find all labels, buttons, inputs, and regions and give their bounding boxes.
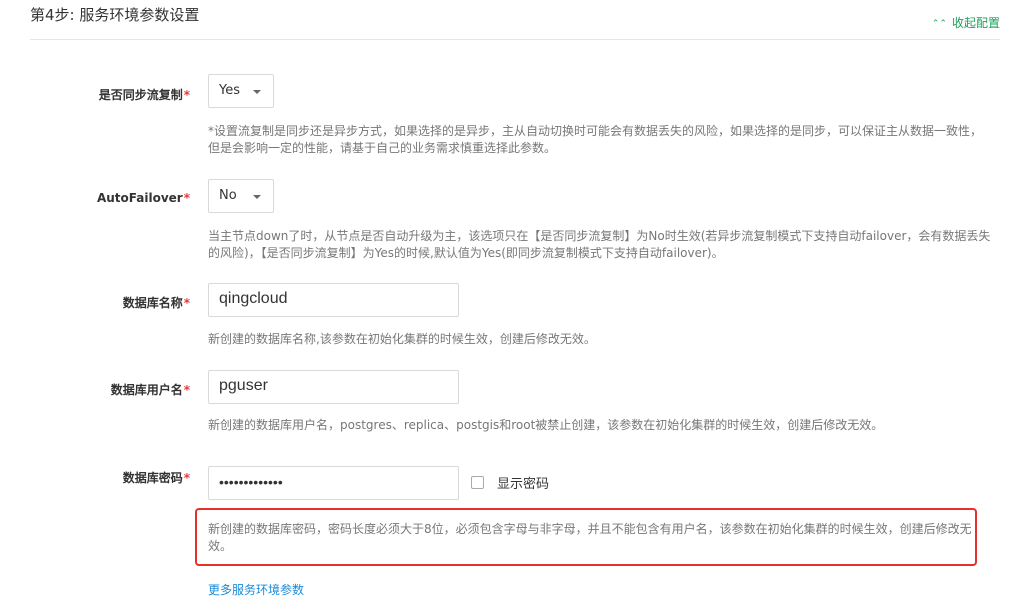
required-mark: * — [183, 471, 190, 485]
required-mark: * — [183, 296, 190, 310]
show-password-toggle[interactable]: 显示密码 — [471, 473, 549, 492]
required-mark: * — [183, 383, 190, 397]
sync-replication-help: *设置流复制是同步还是异步方式，如果选择的是异步，主从自动切换时可能会有数据丢失… — [208, 124, 983, 155]
required-mark: * — [183, 88, 190, 102]
db-password-label: 数据库密码* — [122, 471, 190, 485]
more-service-params-link[interactable]: 更多服务环境参数 — [208, 581, 304, 598]
sync-replication-select[interactable]: Yes — [208, 74, 274, 108]
show-password-label: 显示密码 — [497, 477, 550, 492]
sync-replication-label: 是否同步流复制* — [98, 88, 190, 102]
db-user-label: 数据库用户名* — [110, 383, 190, 397]
auto-failover-value: No — [219, 188, 237, 203]
sync-replication-value: Yes — [219, 83, 240, 98]
step-header: 第4步: 服务环境参数设置 ⌃⌃ 收起配置 — [30, 0, 1000, 40]
show-password-checkbox[interactable] — [471, 476, 484, 489]
db-name-input[interactable]: qingcloud — [208, 283, 459, 317]
caret-down-icon — [253, 195, 261, 199]
auto-failover-help: 当主节点down了时，从节点是否自动升级为主，该选项只在【是否同步流复制】为No… — [208, 229, 991, 260]
caret-down-icon — [253, 90, 261, 94]
db-user-help: 新创建的数据库用户名，postgres、replica、postgis和root… — [208, 418, 884, 432]
db-user-input[interactable]: pguser — [208, 370, 459, 404]
db-name-label: 数据库名称* — [122, 296, 190, 310]
auto-failover-label: AutoFailover* — [96, 191, 190, 205]
collapse-config-label: 收起配置 — [951, 16, 1000, 30]
collapse-config-link[interactable]: ⌃⌃ 收起配置 — [932, 14, 1000, 31]
db-password-input[interactable]: ••••••••••••• — [208, 466, 459, 500]
db-name-help: 新创建的数据库名称,该参数在初始化集群的时候生效，创建后修改无效。 — [208, 332, 596, 346]
required-mark: * — [183, 191, 190, 205]
auto-failover-select[interactable]: No — [208, 179, 274, 213]
step-title: 第4步: 服务环境参数设置 — [30, 6, 200, 24]
db-password-help: 新创建的数据库密码，密码长度必须大于8位，必须包含字母与非字母，并且不能包含有用… — [208, 522, 972, 553]
double-chevron-up-icon: ⌃⌃ — [931, 19, 947, 29]
